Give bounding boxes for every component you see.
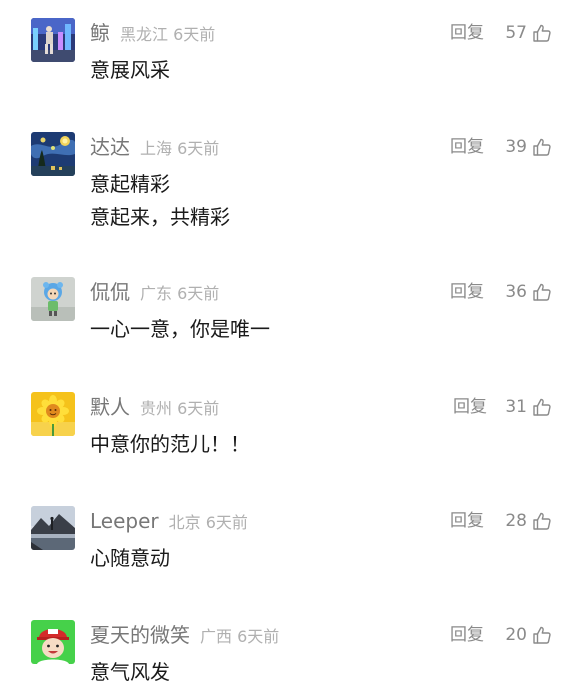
- mountain-lake-silhouette-icon: [31, 506, 75, 550]
- like-count: 57: [505, 23, 527, 43]
- comment-text: 意展风采: [90, 54, 170, 87]
- avatar[interactable]: [31, 620, 75, 664]
- comment-text: 中意你的范儿！！: [90, 428, 250, 461]
- avatar[interactable]: [31, 277, 75, 321]
- location-time: 黑龙江 6天前: [120, 20, 215, 50]
- location: 广东: [140, 284, 173, 303]
- nickname[interactable]: 达达: [90, 132, 130, 162]
- reply-button[interactable]: 回复: [450, 506, 484, 536]
- location-time: 上海 6天前: [140, 134, 219, 164]
- thumbs-up-icon[interactable]: [532, 137, 552, 157]
- comment-line: 意起来，共精彩: [90, 205, 230, 229]
- thumbs-up-icon[interactable]: [532, 397, 552, 417]
- reply-button[interactable]: 回复: [450, 132, 484, 162]
- avatar[interactable]: [31, 392, 75, 436]
- comment-meta: 达达 上海 6天前: [90, 132, 219, 162]
- like-count: 39: [505, 137, 527, 157]
- starry-night-painting-icon: [31, 132, 75, 176]
- thumbs-up-icon[interactable]: [532, 282, 552, 302]
- city-night-photo-icon: [31, 18, 75, 62]
- location-time: 北京 6天前: [169, 508, 248, 538]
- comment-line: 意起精彩: [90, 172, 170, 196]
- nickname[interactable]: 侃侃: [90, 277, 130, 307]
- comment-line: 中意你的范儿！！: [90, 432, 250, 456]
- comment-line: 意展风采: [90, 58, 170, 82]
- timestamp: 6天前: [177, 139, 220, 158]
- comment-meta: 默人 贵州 6天前: [90, 392, 219, 422]
- comment-meta: Leeper 北京 6天前: [90, 506, 248, 536]
- location: 北京: [168, 513, 201, 532]
- location: 贵州: [140, 399, 173, 418]
- comment-line: 意气风发: [90, 660, 170, 684]
- like-count: 36: [505, 282, 527, 302]
- location: 黑龙江: [120, 25, 169, 44]
- nickname[interactable]: 默人: [90, 392, 130, 422]
- avatar[interactable]: [31, 132, 75, 176]
- location-time: 广西 6天前: [200, 622, 279, 652]
- comment-meta: 夏天的微笑 广西 6天前: [90, 620, 279, 650]
- location-time: 广东 6天前: [140, 279, 219, 309]
- reply-button[interactable]: 回复: [450, 18, 484, 48]
- comment-text: 一心一意，你是唯一: [90, 313, 270, 346]
- like-count: 28: [505, 511, 527, 531]
- sunflower-icon: [31, 392, 75, 436]
- reply-button[interactable]: 回复: [450, 620, 484, 650]
- comment-meta: 鲸 黑龙江 6天前: [90, 18, 215, 48]
- timestamp: 6天前: [237, 627, 280, 646]
- comment-text: 意起精彩 意起来，共精彩: [90, 168, 230, 234]
- comment-text: 意气风发: [90, 656, 170, 689]
- avatar[interactable]: [31, 506, 75, 550]
- nickname[interactable]: Leeper: [90, 506, 159, 536]
- comment-text: 心随意动: [90, 542, 170, 575]
- timestamp: 6天前: [205, 513, 248, 532]
- comment-meta: 侃侃 广东 6天前: [90, 277, 219, 307]
- location: 广西: [200, 627, 233, 646]
- location-time: 贵州 6天前: [140, 394, 219, 424]
- like-count: 31: [505, 397, 527, 417]
- reply-button[interactable]: 回复: [450, 277, 484, 307]
- timestamp: 6天前: [177, 399, 220, 418]
- nickname[interactable]: 夏天的微笑: [90, 620, 190, 650]
- like-count: 20: [505, 625, 527, 645]
- thumbs-up-icon[interactable]: [532, 511, 552, 531]
- comment-line: 一心一意，你是唯一: [90, 317, 270, 341]
- timestamp: 6天前: [177, 284, 220, 303]
- cartoon-figurine-icon: [31, 277, 75, 321]
- nickname[interactable]: 鲸: [90, 18, 110, 48]
- comment-line: 心随意动: [90, 546, 170, 570]
- thumbs-up-icon[interactable]: [532, 23, 552, 43]
- cartoon-boy-red-cap-icon: [31, 620, 75, 664]
- timestamp: 6天前: [173, 25, 216, 44]
- avatar[interactable]: [31, 18, 75, 62]
- location: 上海: [140, 139, 173, 158]
- reply-button[interactable]: 回复: [453, 392, 487, 422]
- thumbs-up-icon[interactable]: [532, 625, 552, 645]
